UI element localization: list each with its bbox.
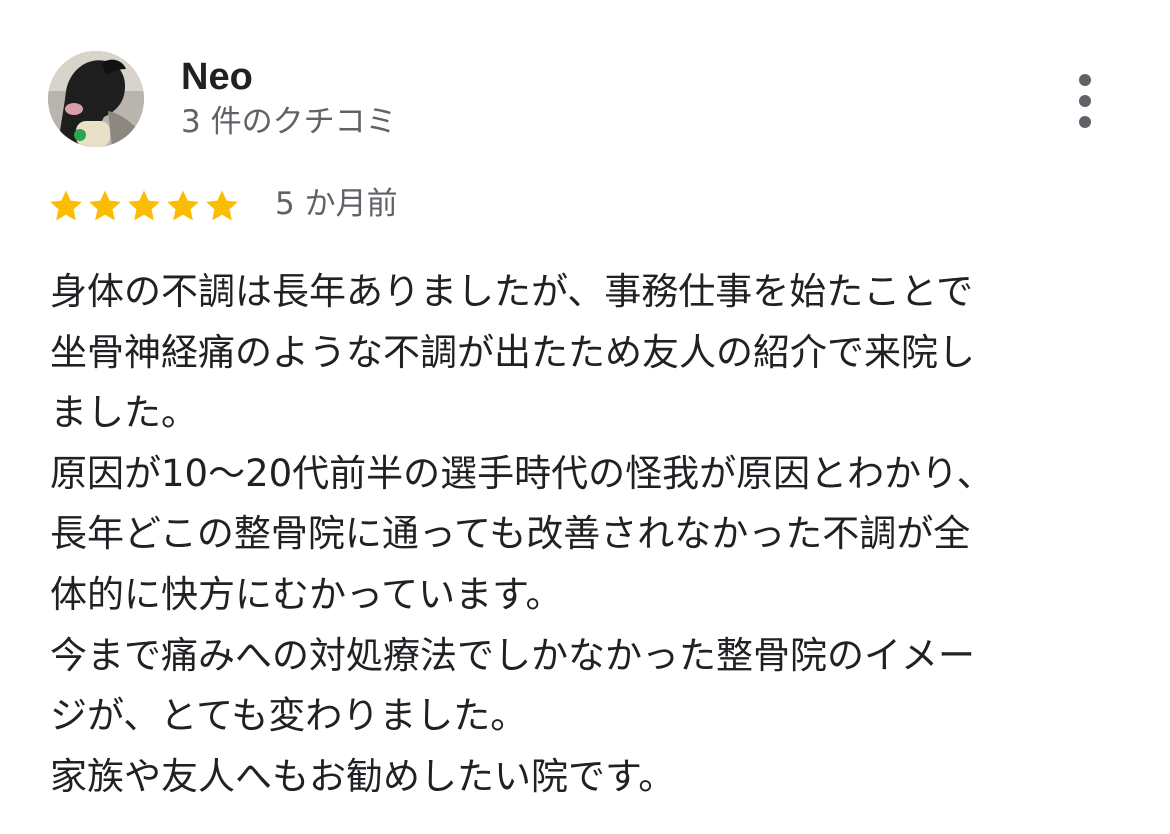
- menu-dot: [1079, 95, 1091, 107]
- star-icon: [89, 190, 121, 221]
- reviewer-name[interactable]: Neo: [181, 54, 253, 100]
- review-line: 原因が10〜20代前半の選手時代の怪我が原因とわかり、: [50, 451, 994, 495]
- review-line: 坐骨神経痛のような不調が出たため友人の紹介で来院し: [50, 330, 975, 374]
- review-line: 家族や友人へもお勧めしたい院です。: [50, 754, 676, 798]
- star-icon: [167, 190, 199, 221]
- more-vert-icon[interactable]: [1064, 70, 1108, 132]
- star-icon: [128, 190, 160, 221]
- avatar[interactable]: [48, 51, 144, 147]
- review-date: 5 か月前: [275, 186, 398, 222]
- review-line: ました。: [50, 391, 198, 435]
- review-line: 体的に快方にむかっています。: [50, 572, 563, 616]
- menu-dot: [1079, 74, 1091, 86]
- review-text: 身体の不調は長年ありましたが、事務仕事を始たことで 坐骨神経痛のような不調が出た…: [50, 262, 1140, 807]
- star-icon: [206, 190, 238, 221]
- avatar-photo: [48, 51, 144, 147]
- review-line: ジが、とても変わりました。: [50, 694, 528, 738]
- review-count[interactable]: 3 件のクチコミ: [181, 102, 397, 142]
- star-rating: [47, 186, 242, 226]
- review-line: 身体の不調は長年ありましたが、事務仕事を始たことで: [50, 270, 974, 313]
- review-line: 長年どこの整骨院に通っても改善されなかった不調が全: [50, 512, 971, 556]
- menu-dot: [1079, 116, 1091, 128]
- star-icon: [50, 190, 82, 221]
- review-line: 今まで痛みへの対処療法でしかなかった整骨院のイメー: [50, 633, 975, 677]
